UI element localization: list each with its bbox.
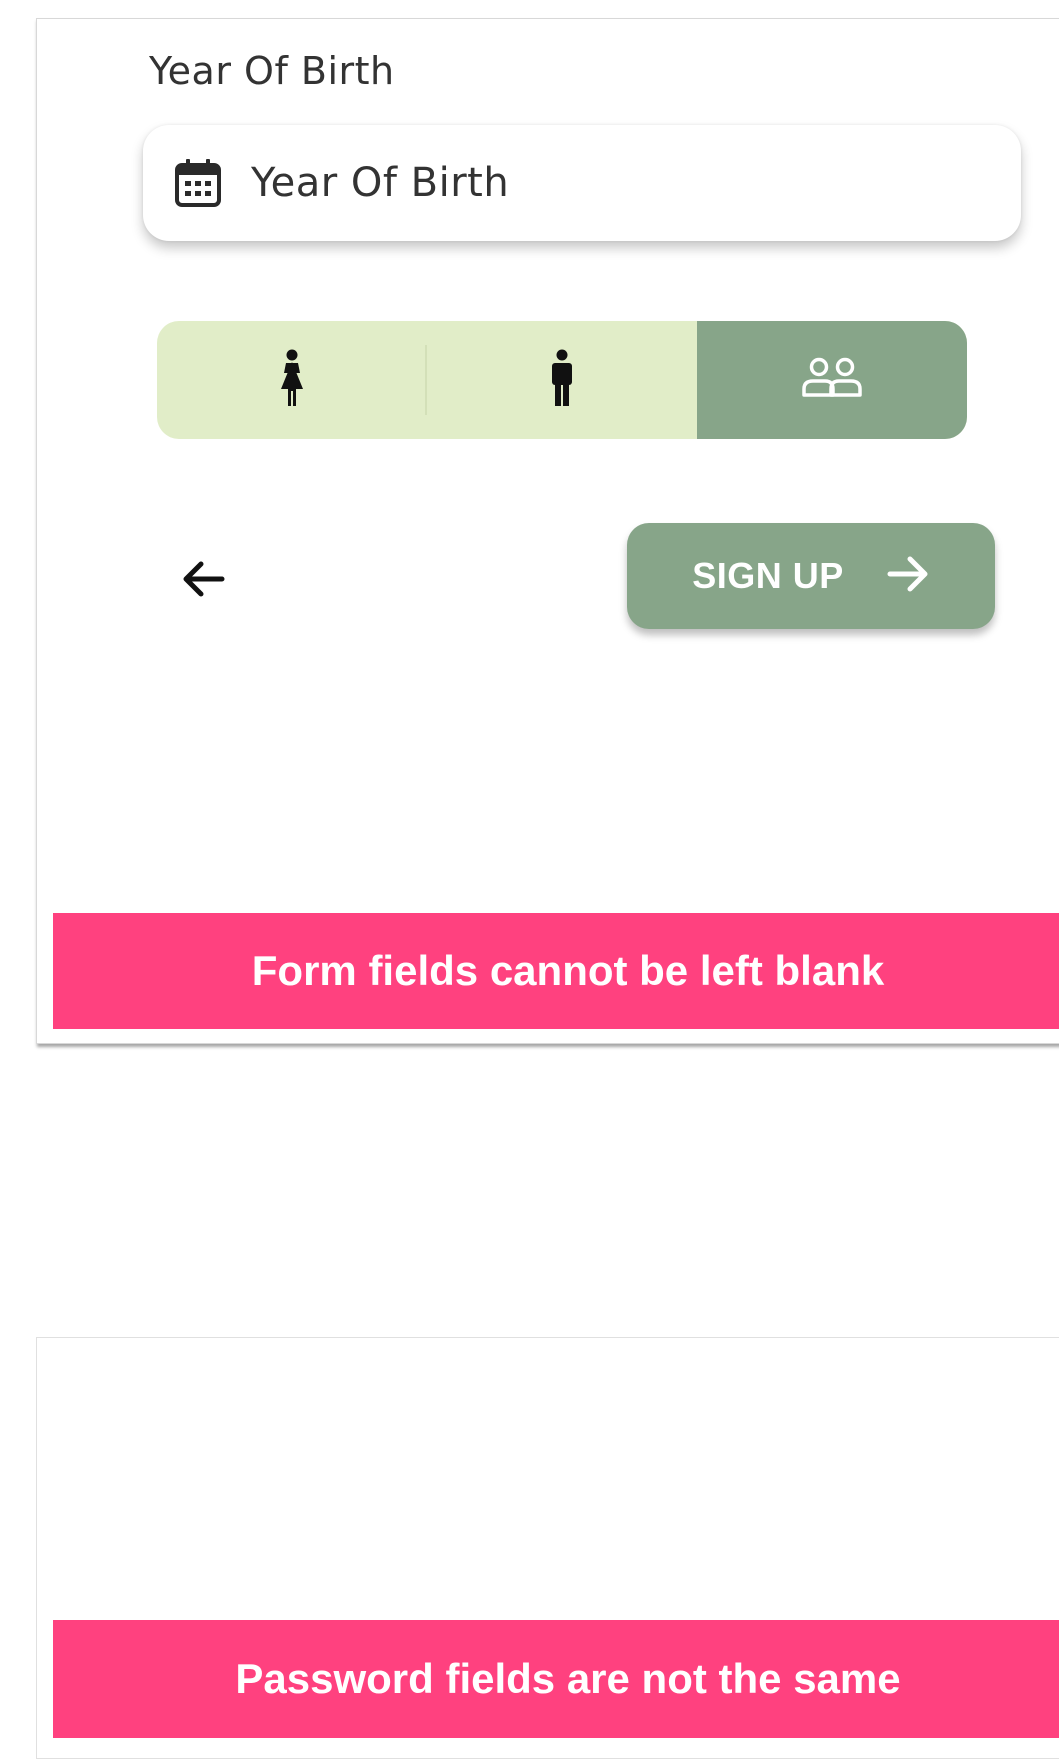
- snackbar-message: Password fields are not the same: [235, 1655, 901, 1702]
- signup-screen-panel: Year Of Birth Year Of Birth SIGN UP Form…: [36, 18, 1059, 1044]
- password-mismatch-panel: Password fields are not the same: [36, 1337, 1059, 1759]
- male-icon: [548, 349, 576, 412]
- calendar-icon: [173, 156, 223, 210]
- year-of-birth-field[interactable]: Year Of Birth: [143, 125, 1021, 241]
- snackbar-message: Form fields cannot be left blank: [251, 947, 885, 994]
- gender-option-female[interactable]: [157, 321, 427, 439]
- people-icon: [800, 357, 864, 404]
- arrow-right-icon: [886, 554, 930, 599]
- year-of-birth-label: Year Of Birth: [149, 49, 395, 93]
- gender-option-male[interactable]: [427, 321, 697, 439]
- arrow-left-icon: [180, 559, 226, 604]
- error-snackbar-blank-fields: Form fields cannot be left blank: [53, 913, 1059, 1029]
- error-snackbar-password-mismatch: Password fields are not the same: [53, 1620, 1059, 1738]
- gender-option-all[interactable]: [697, 321, 967, 439]
- female-icon: [278, 349, 306, 412]
- year-of-birth-placeholder: Year Of Birth: [251, 160, 510, 206]
- back-button[interactable]: [173, 551, 233, 611]
- gender-toggle: [157, 321, 967, 439]
- signup-button-label: SIGN UP: [692, 555, 844, 596]
- signup-button[interactable]: SIGN UP: [627, 523, 995, 629]
